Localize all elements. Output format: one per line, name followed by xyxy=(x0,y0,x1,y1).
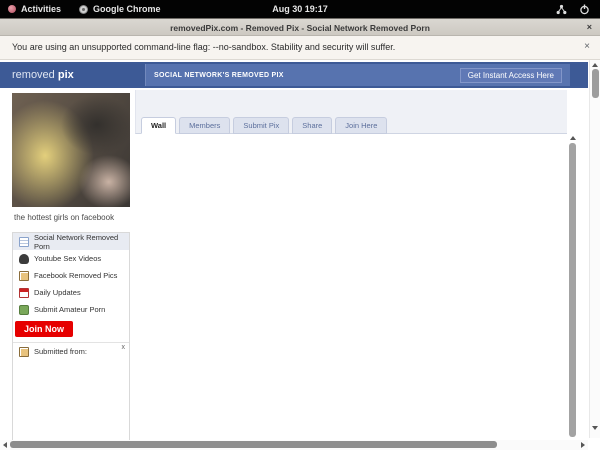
submitted-from-row: Submitted from: x xyxy=(13,342,129,360)
activities-label: Activities xyxy=(21,4,62,14)
top-bar-right xyxy=(556,4,600,15)
photo-caption: the hottest girls on facebook xyxy=(14,213,115,222)
top-bar-left: Activities Google Chrome xyxy=(0,4,161,14)
site-logo-right: pix xyxy=(57,69,74,81)
window-close-button[interactable]: × xyxy=(587,19,592,37)
tab-strip: Wall Members Submit Pix Share Join Here xyxy=(141,117,388,134)
menu-label: Social Network Removed Porn xyxy=(34,232,119,251)
screen: Activities Google Chrome Aug 30 19:17 re… xyxy=(0,0,600,450)
window-title: removedPix.com - Removed Pix - Social Ne… xyxy=(170,23,430,33)
active-app-menu[interactable]: Google Chrome xyxy=(79,4,161,14)
scroll-right-icon[interactable] xyxy=(581,442,585,448)
banner-title: SOCIAL NETWORK'S REMOVED PIX xyxy=(154,71,284,79)
get-access-button[interactable]: Get Instant Access Here xyxy=(459,67,562,83)
tab-band: Wall Members Submit Pix Share Join Here xyxy=(135,90,567,134)
submitted-from-label: Submitted from: xyxy=(34,347,87,356)
infobar-close-button[interactable]: × xyxy=(584,36,590,59)
notification-dot-icon xyxy=(8,5,16,13)
camera-icon xyxy=(19,304,29,315)
site-header: removed pix SOCIAL NETWORK'S REMOVED PIX… xyxy=(0,62,588,88)
profile-photo-placeholder xyxy=(12,93,130,207)
scroll-down-icon[interactable] xyxy=(592,426,598,430)
content-vertical-scrollbar[interactable] xyxy=(568,134,578,440)
webcam-icon xyxy=(19,253,29,264)
photo-icon xyxy=(19,346,29,357)
infobar-message: You are using an unsupported command-lin… xyxy=(12,42,396,52)
tab-submit-pix[interactable]: Submit Pix xyxy=(233,117,290,134)
chrome-icon xyxy=(79,4,89,14)
sidebar-item-youtube-videos[interactable]: Youtube Sex Videos xyxy=(13,250,129,267)
tab-share[interactable]: Share xyxy=(292,117,333,134)
browser-vertical-scrollbar[interactable] xyxy=(589,60,600,438)
submitted-close-button[interactable]: x xyxy=(122,344,126,351)
scrollbar-thumb[interactable] xyxy=(569,143,576,437)
chrome-infobar: You are using an unsupported command-lin… xyxy=(0,36,600,60)
menu-label: Youtube Sex Videos xyxy=(34,254,102,263)
menu-label: Facebook Removed Pics xyxy=(34,271,118,280)
site-logo[interactable]: removed pix xyxy=(12,62,74,88)
scrollbar-thumb[interactable] xyxy=(592,69,599,98)
sidebar-menu-box: Social Network Removed Porn Youtube Sex … xyxy=(12,232,130,441)
join-now-button[interactable]: Join Now xyxy=(15,321,73,337)
activities-button[interactable]: Activities xyxy=(8,4,61,14)
menu-label: Daily Updates xyxy=(34,288,81,297)
calendar-icon xyxy=(19,287,29,298)
menu-label: Submit Amateur Porn xyxy=(34,305,106,314)
active-app-label: Google Chrome xyxy=(93,4,161,14)
scroll-up-icon[interactable] xyxy=(592,63,598,67)
network-icon[interactable] xyxy=(556,4,567,15)
scroll-up-icon[interactable] xyxy=(570,136,576,140)
horizontal-scrollbar[interactable] xyxy=(0,440,588,450)
sidebar-item-daily-updates[interactable]: Daily Updates xyxy=(13,284,129,301)
sidebar-item-social-network-removed[interactable]: Social Network Removed Porn xyxy=(13,232,129,251)
header-banner-bar: SOCIAL NETWORK'S REMOVED PIX Get Instant… xyxy=(145,64,570,86)
scroll-left-icon[interactable] xyxy=(3,442,7,448)
sidebar-item-submit-amateur[interactable]: Submit Amateur Porn xyxy=(13,301,129,318)
window-title-bar: removedPix.com - Removed Pix - Social Ne… xyxy=(0,18,600,36)
power-icon[interactable] xyxy=(579,4,590,15)
scrollbar-thumb[interactable] xyxy=(10,441,497,448)
desktop-top-bar: Activities Google Chrome Aug 30 19:17 xyxy=(0,0,600,18)
tab-members[interactable]: Members xyxy=(179,117,231,134)
clock[interactable]: Aug 30 19:17 xyxy=(272,4,328,14)
sidebar-item-facebook-removed-pics[interactable]: Facebook Removed Pics xyxy=(13,267,129,284)
tab-join-here[interactable]: Join Here xyxy=(335,117,388,134)
note-icon xyxy=(19,236,29,247)
photo-icon xyxy=(19,270,29,281)
site-logo-left: removed xyxy=(12,69,58,81)
tab-wall[interactable]: Wall xyxy=(141,117,177,134)
